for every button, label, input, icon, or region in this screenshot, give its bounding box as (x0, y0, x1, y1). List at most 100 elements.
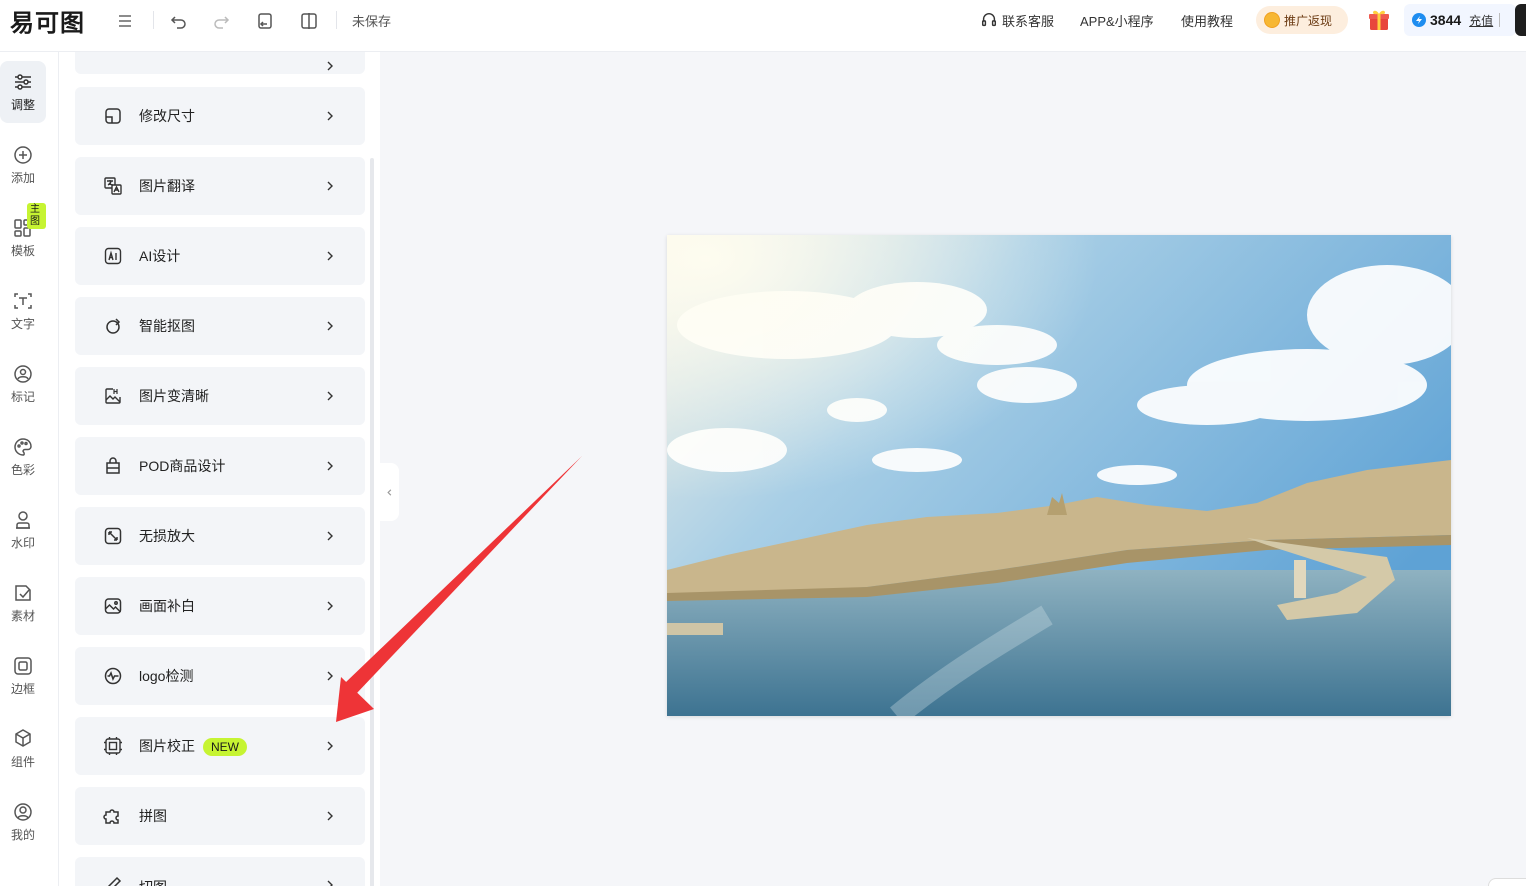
app-link[interactable]: APP&小程序 (1080, 0, 1154, 40)
tutorial-link[interactable]: 使用教程 (1181, 0, 1233, 40)
chevron-right-icon (327, 461, 333, 471)
nav-template[interactable]: 主图 模板 (0, 203, 46, 269)
frame-icon (14, 657, 32, 675)
chevron-right-icon (327, 601, 333, 611)
nav-mine[interactable]: 我的 (0, 791, 46, 853)
chevron-right-icon (327, 321, 333, 331)
user-icon (14, 803, 32, 821)
chevron-left-icon (387, 488, 392, 496)
tool-label: 无损放大 (139, 528, 195, 544)
tool-label: 图片校正 NEW (139, 736, 247, 756)
left-nav: 调整 添加 主图 模板 文字 标记 色彩 水印 素材 边框 组件 我的 (0, 52, 59, 886)
chevron-right-icon (327, 741, 333, 751)
tool-item-hidden[interactable] (75, 52, 365, 74)
headset-icon (981, 13, 997, 27)
nav-marker[interactable]: 标记 (0, 353, 46, 415)
header-divider (336, 11, 337, 29)
undo-icon[interactable] (166, 8, 192, 34)
promo-label: 推广返现 (1284, 13, 1333, 28)
tool-item-resize[interactable]: 修改尺寸 (75, 87, 365, 145)
nav-add[interactable]: 添加 (0, 134, 46, 196)
sliders-icon (15, 74, 31, 90)
tool-item-hd[interactable]: 图片变清晰 (75, 367, 365, 425)
material-icon (15, 585, 31, 601)
nav-label: 我的 (10, 828, 35, 842)
correct-icon (103, 736, 123, 756)
nav-label: 素材 (10, 609, 35, 623)
chevron-right-icon (327, 531, 333, 541)
tool-label: 图片翻译 (139, 178, 195, 194)
coin-icon (1264, 12, 1280, 28)
promo-button[interactable]: 推广返现 (1256, 6, 1348, 34)
chevron-right-icon (327, 880, 333, 886)
gift-icon[interactable] (1367, 8, 1391, 32)
user-menu-edge[interactable] (1515, 4, 1526, 36)
chevron-right-icon (327, 61, 333, 71)
panel-scrollbar[interactable] (370, 158, 374, 886)
canvas-photo[interactable] (667, 235, 1451, 716)
redo-icon[interactable] (208, 8, 234, 34)
tool-label: 拼图 (139, 808, 167, 824)
chevron-right-icon (327, 811, 333, 821)
tool-name: 图片校正 (139, 738, 195, 754)
tool-label: 图片变清晰 (139, 388, 209, 404)
tool-label: 智能抠图 (139, 318, 195, 334)
nav-watermark[interactable]: 水印 (0, 499, 46, 561)
tool-label: POD商品设计 (139, 458, 226, 474)
chevron-right-icon (327, 671, 333, 681)
support-link[interactable]: 联系客服 (980, 0, 1054, 40)
tool-item-pod[interactable]: POD商品设计 (75, 437, 365, 495)
nav-component[interactable]: 组件 (0, 718, 46, 780)
nav-label: 组件 (10, 755, 35, 769)
tool-item-upscale[interactable]: 无损放大 (75, 507, 365, 565)
watermark-icon (16, 511, 30, 529)
nav-label: 模板 (10, 244, 35, 258)
credits-widget: 3844 充值 (1404, 4, 1516, 36)
chevron-right-icon (327, 251, 333, 261)
tool-item-translate[interactable]: 图片翻译 (75, 157, 365, 215)
component-icon (15, 729, 31, 747)
tool-item-puzzle[interactable]: 拼图 (75, 787, 365, 845)
tool-item-correct[interactable]: 图片校正 NEW (75, 717, 365, 775)
text-icon (14, 293, 32, 309)
tool-item-ai-design[interactable]: AI设计 (75, 227, 365, 285)
tool-label: 切图 (139, 877, 167, 886)
chevron-right-icon (327, 111, 333, 121)
nav-label: 水印 (10, 536, 35, 550)
new-badge: NEW (203, 738, 247, 756)
history-icon[interactable] (252, 8, 278, 34)
compare-icon[interactable] (296, 8, 322, 34)
credits-count: 3844 (1430, 12, 1462, 28)
recharge-link[interactable]: 充值 (1469, 12, 1493, 29)
tool-label: 画面补白 (139, 598, 195, 614)
top-header: 易可图 未保存 联系客服 APP&小程序 使用教程 推广返现 3844 充值 (0, 0, 1526, 52)
nav-frame[interactable]: 边框 (0, 645, 46, 707)
main-image-badge: 主图 (27, 203, 46, 229)
tool-label: logo检测 (139, 668, 194, 684)
nav-adjust[interactable]: 调整 (0, 61, 46, 123)
fill-icon (103, 596, 123, 616)
logo-detect-icon (103, 666, 123, 686)
plus-circle-icon (14, 146, 32, 164)
tool-item-logo-detect[interactable]: logo检测 (75, 647, 365, 705)
nav-label: 标记 (10, 390, 35, 404)
collapse-panel-button[interactable] (380, 463, 399, 521)
nav-color[interactable]: 色彩 (0, 426, 46, 488)
chevron-right-icon (327, 391, 333, 401)
ai-icon (103, 246, 123, 266)
support-label: 联系客服 (1002, 13, 1055, 29)
tool-item-cut[interactable]: 切图 (75, 857, 365, 886)
nav-text[interactable]: 文字 (0, 280, 46, 342)
resize-icon (103, 106, 123, 126)
bag-icon (103, 456, 123, 476)
tool-item-fill[interactable]: 画面补白 (75, 577, 365, 635)
nav-label: 边框 (10, 682, 35, 696)
nav-material[interactable]: 素材 (0, 572, 46, 634)
tool-item-cutout[interactable]: 智能抠图 (75, 297, 365, 355)
translate-icon (103, 176, 123, 196)
corner-widget[interactable] (1488, 878, 1526, 886)
menu-icon[interactable] (112, 8, 138, 34)
app-logo[interactable]: 易可图 (10, 7, 85, 37)
expand-icon (103, 526, 123, 546)
nav-label: 色彩 (10, 463, 35, 477)
